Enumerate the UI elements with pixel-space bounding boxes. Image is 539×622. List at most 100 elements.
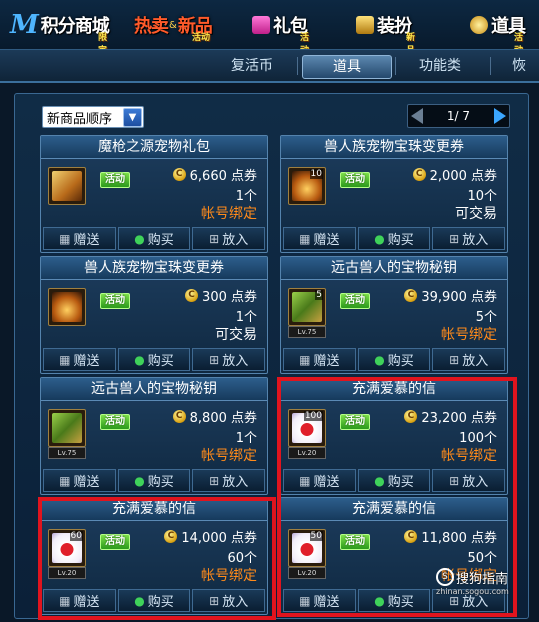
nav-points-mall[interactable]: M 积分商城 限定 bbox=[10, 9, 110, 56]
gift-label: 赠送 bbox=[73, 475, 100, 490]
price-value: 39,900 点券 bbox=[421, 290, 497, 305]
sort-label: 新商品顺序 bbox=[47, 111, 113, 127]
item-price: C 2,000 点券 bbox=[412, 165, 497, 184]
gift-label: 赠送 bbox=[313, 233, 340, 248]
coupon-coin-icon: C bbox=[172, 410, 186, 423]
category-tabbar: 复活币 道具 功能类 恢 bbox=[0, 49, 539, 83]
chevron-down-icon[interactable]: ▼ bbox=[123, 107, 142, 127]
add-to-cart-button[interactable]: ⊞ 放入 bbox=[192, 469, 266, 492]
add-to-cart-button[interactable]: ⊞ 放入 bbox=[192, 227, 266, 250]
buy-button[interactable]: ● 购买 bbox=[357, 227, 431, 250]
nav-label: 热卖 bbox=[134, 16, 169, 37]
item-price: C 300 点券 bbox=[185, 286, 257, 305]
highlight-box bbox=[38, 497, 276, 620]
item-qty: 10 bbox=[309, 169, 323, 179]
coin-bag-icon: ● bbox=[134, 352, 145, 367]
tab-items[interactable]: 道具 bbox=[302, 55, 392, 79]
watermark-url: zhinan.sogou.com bbox=[436, 587, 509, 596]
coupon-coin-icon: C bbox=[185, 289, 199, 302]
item-title: 兽人族宠物宝珠变更券 bbox=[41, 257, 267, 280]
item-image bbox=[52, 413, 82, 443]
card-actions: ▦ 赠送 ● 购买 ⊞ 放入 bbox=[282, 226, 506, 250]
item-card[interactable]: 远古兽人的宝物秘钥 5 Lv.75 活动 C 39,900 点券 5个 帐号绑定… bbox=[280, 256, 508, 374]
gift-button[interactable]: ▦ 赠送 bbox=[283, 227, 356, 250]
item-title: 兽人族宠物宝珠变更券 bbox=[281, 136, 507, 159]
card-actions: ▦ 赠送 ● 购买 ⊞ 放入 bbox=[42, 226, 266, 250]
gift-button[interactable]: ▦ 赠送 bbox=[43, 348, 116, 371]
cart-icon: ⊞ bbox=[209, 231, 220, 246]
pager: 1/ 7 bbox=[407, 104, 510, 128]
item-price: C 8,800 点券 bbox=[172, 407, 257, 426]
item-level: Lv.75 bbox=[288, 326, 326, 338]
cart-icon: ⊞ bbox=[209, 352, 220, 367]
event-tag: 活动 bbox=[100, 172, 130, 188]
item-card[interactable]: 兽人族宠物宝珠变更券 10 活动 C 2,000 点券 10个 可交易 ▦ 赠送 … bbox=[280, 135, 508, 253]
buy-label: 购买 bbox=[387, 354, 414, 369]
buy-button[interactable]: ● 购买 bbox=[117, 227, 191, 250]
price-value: 300 点券 bbox=[202, 290, 257, 305]
cart-icon: ⊞ bbox=[449, 231, 460, 246]
nav-items[interactable]: 道具 活动 bbox=[470, 9, 526, 56]
price-value: 8,800 点券 bbox=[189, 411, 257, 426]
treasure-key-icon[interactable]: 5 bbox=[288, 288, 326, 326]
coupon-coin-icon: C bbox=[404, 289, 418, 302]
buy-label: 购买 bbox=[147, 233, 174, 248]
coin-bag-icon: ● bbox=[134, 231, 145, 246]
card-actions: ▦ 赠送 ● 购买 ⊞ 放入 bbox=[282, 347, 506, 371]
orb-coupon-icon[interactable]: 10 bbox=[288, 167, 326, 205]
item-title: 远古兽人的宝物秘钥 bbox=[281, 257, 507, 280]
trade-status: 可交易 bbox=[215, 327, 257, 343]
add-to-cart-button[interactable]: ⊞ 放入 bbox=[432, 348, 506, 371]
buy-button[interactable]: ● 购买 bbox=[357, 348, 431, 371]
tab-revive-coin[interactable]: 复活币 bbox=[222, 55, 282, 77]
buy-label: 购买 bbox=[147, 475, 174, 490]
prev-page-icon[interactable] bbox=[411, 108, 423, 124]
trade-status: 帐号绑定 bbox=[441, 327, 497, 343]
item-card[interactable]: 远古兽人的宝物秘钥 Lv.75 活动 C 8,800 点券 1个 帐号绑定 ▦ 赠… bbox=[40, 377, 268, 495]
watermark: S 搜狗指南 zhinan.sogou.com bbox=[436, 568, 532, 600]
item-price: C 39,900 点券 bbox=[404, 286, 497, 305]
item-card[interactable]: 兽人族宠物宝珠变更券 活动 C 300 点券 1个 可交易 ▦ 赠送 ● 购买 ⊞ 放… bbox=[40, 256, 268, 374]
trade-status: 帐号绑定 bbox=[201, 448, 257, 464]
nav-hot-new[interactable]: 热卖 & 新品 活动 bbox=[134, 9, 213, 43]
item-image bbox=[52, 171, 82, 201]
gift-label: 赠送 bbox=[73, 354, 100, 369]
add-to-cart-button[interactable]: ⊞ 放入 bbox=[192, 348, 266, 371]
tab-recover[interactable]: 恢 bbox=[512, 55, 538, 77]
cart-label: 放入 bbox=[462, 233, 489, 248]
item-level: Lv.75 bbox=[48, 447, 86, 459]
sogou-logo-icon: S bbox=[436, 568, 454, 586]
cart-label: 放入 bbox=[222, 354, 249, 369]
cart-label: 放入 bbox=[222, 233, 249, 248]
event-tag: 活动 bbox=[340, 172, 370, 188]
gift-button[interactable]: ▦ 赠送 bbox=[43, 227, 116, 250]
coin-bag-icon: ● bbox=[374, 231, 385, 246]
nav-outfit[interactable]: 装扮 新品 bbox=[356, 9, 415, 56]
buy-button[interactable]: ● 购买 bbox=[117, 469, 191, 492]
item-title: 远古兽人的宝物秘钥 bbox=[41, 378, 267, 401]
gift-icon: ▦ bbox=[59, 352, 71, 367]
item-image bbox=[52, 292, 82, 322]
top-nav: M 积分商城 限定 热卖 & 新品 活动 礼包 活动 装扮 新品 道具 活动 bbox=[0, 0, 539, 56]
card-actions: ▦ 赠送 ● 购买 ⊞ 放入 bbox=[42, 347, 266, 371]
item-card[interactable]: 魔枪之源宠物礼包 活动 C 6,660 点券 1个 帐号绑定 ▦ 赠送 ● 购买 ⊞… bbox=[40, 135, 268, 253]
buy-button[interactable]: ● 购买 bbox=[117, 348, 191, 371]
trade-status: 帐号绑定 bbox=[201, 206, 257, 222]
gift-label: 赠送 bbox=[73, 233, 100, 248]
coupon-coin-icon: C bbox=[412, 168, 426, 181]
tab-divider bbox=[395, 57, 396, 75]
add-to-cart-button[interactable]: ⊞ 放入 bbox=[432, 227, 506, 250]
item-count: 5个 bbox=[475, 310, 497, 325]
tab-function[interactable]: 功能类 bbox=[408, 55, 472, 77]
treasure-key-icon[interactable] bbox=[48, 409, 86, 447]
pet-gift-box-icon[interactable] bbox=[48, 167, 86, 205]
cart-icon: ⊞ bbox=[449, 352, 460, 367]
nav-gift-pack[interactable]: 礼包 活动 bbox=[252, 9, 309, 56]
next-page-icon[interactable] bbox=[493, 108, 506, 124]
gift-button[interactable]: ▦ 赠送 bbox=[283, 348, 356, 371]
gift-button[interactable]: ▦ 赠送 bbox=[43, 469, 116, 492]
trophy-icon bbox=[356, 16, 374, 34]
orb-coupon-icon[interactable] bbox=[48, 288, 86, 326]
sort-dropdown[interactable]: 新商品顺序 ▼ bbox=[42, 106, 144, 128]
item-count: 1个 bbox=[235, 189, 257, 204]
